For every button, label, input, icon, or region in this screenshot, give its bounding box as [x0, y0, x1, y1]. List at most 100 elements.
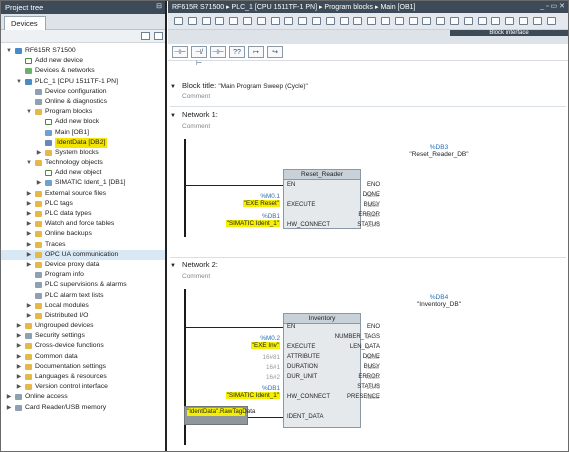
tree-item[interactable]: Add new block — [1, 117, 165, 127]
expand-arrow-icon[interactable]: ▼ — [15, 77, 23, 87]
duration-operand[interactable]: 16#1 — [188, 364, 280, 371]
toolbar-button-icon[interactable] — [215, 17, 225, 25]
expand-arrow-icon[interactable]: ▶ — [25, 229, 33, 239]
expand-arrow-icon[interactable]: ▶ — [25, 311, 33, 321]
expand-arrow-icon[interactable]: ▶ — [25, 199, 33, 209]
expand-arrow-icon[interactable]: ▶ — [15, 372, 23, 382]
toolbar-button-icon[interactable] — [450, 17, 459, 25]
tree-item[interactable]: ▶ Device proxy data — [1, 260, 165, 270]
execute-operand[interactable]: %M0.2 "EXE Inv" — [188, 335, 280, 349]
empty-box-button[interactable]: ?? — [229, 46, 245, 58]
toolbar-button-icon[interactable] — [436, 17, 446, 25]
normally-open-contact-button[interactable]: ⊣⊢ — [172, 46, 188, 58]
expand-arrow-icon[interactable]: ▶ — [35, 148, 43, 158]
toolbar-button-icon[interactable] — [477, 17, 487, 25]
toolbar-button-icon[interactable] — [339, 17, 349, 25]
toolbar-button-icon[interactable] — [422, 17, 432, 25]
expand-arrow-icon[interactable]: ▶ — [25, 189, 33, 199]
expand-arrow-icon[interactable]: ▶ — [15, 382, 23, 392]
toolbar-button-icon[interactable] — [229, 17, 239, 25]
block-title-row[interactable]: ▼ Block title: "Main Program Sweep (Cycl… — [170, 81, 308, 90]
tree-item[interactable]: ▶ Online backups — [1, 229, 165, 239]
expand-arrow-icon[interactable]: ▶ — [15, 341, 23, 351]
expand-arrow-icon[interactable]: ▶ — [5, 403, 13, 413]
expand-arrow-icon[interactable]: ▶ — [25, 209, 33, 219]
expand-arrow-icon[interactable]: ▶ — [15, 352, 23, 362]
tree-item[interactable]: ▶ PLC tags — [1, 199, 165, 209]
tree-item[interactable]: IdentData [DB2] — [1, 137, 165, 148]
tree-item[interactable]: Online & diagnostics — [1, 97, 165, 107]
toolbar-button-icon[interactable] — [201, 17, 211, 25]
toolbar-button-icon[interactable] — [532, 17, 542, 25]
tree-item[interactable]: ▶ Local modules — [1, 301, 165, 311]
toolbar-button-icon[interactable] — [325, 17, 335, 25]
tab-devices[interactable]: Devices — [4, 16, 46, 30]
expand-arrow-icon[interactable]: ▶ — [25, 301, 33, 311]
tree-item[interactable]: ▶ Languages & resources — [1, 372, 165, 382]
expand-arrow-icon[interactable]: ▶ — [25, 219, 33, 229]
toolbar-button-icon[interactable] — [270, 17, 280, 25]
tree-item[interactable]: ▶ Distributed I/O — [1, 311, 165, 321]
block-interface-label[interactable]: Block interface — [450, 30, 568, 36]
toolbar-button-icon[interactable] — [312, 17, 321, 25]
block-comment[interactable]: Comment — [182, 93, 210, 100]
toolbar-button-icon[interactable] — [463, 17, 473, 25]
window-controls-icon[interactable]: _ ▫ ▭ ✕ — [540, 2, 565, 10]
tree-item[interactable]: Program info — [1, 270, 165, 280]
tree-item[interactable]: ▶ Version control interface — [1, 382, 165, 392]
toolbar-button-icon[interactable] — [256, 17, 266, 25]
table-view-icon[interactable] — [141, 32, 150, 40]
tree-item[interactable]: ▶ PLC data types — [1, 209, 165, 219]
toolbar-button-icon[interactable] — [519, 17, 528, 25]
tree-item[interactable]: ▶ SIMATIC Ident_1 [DB1] — [1, 178, 165, 188]
tree-item[interactable]: ▶ OPC UA communication — [1, 249, 165, 260]
network-1-header[interactable]: ▼ Network 1: — [170, 110, 218, 119]
expand-arrow-icon[interactable]: ▶ — [15, 331, 23, 341]
tree-item[interactable]: ▶ Card Reader/USB memory — [1, 403, 165, 413]
tree-item[interactable]: ▼ PLC_1 [CPU 1511TF-1 PN] — [1, 77, 165, 87]
expand-arrow-icon[interactable]: ▶ — [25, 260, 33, 270]
toolbar-button-icon[interactable] — [243, 17, 252, 25]
toolbar-button-icon[interactable] — [284, 17, 294, 25]
toolbar-button-icon[interactable] — [505, 17, 515, 25]
expand-arrow-icon[interactable]: ▶ — [35, 178, 43, 188]
dur-unit-operand[interactable]: 16#2 — [188, 374, 280, 381]
open-branch-button[interactable]: ↦ — [248, 46, 264, 58]
toolbar-button-icon[interactable] — [367, 17, 377, 25]
inventory-block[interactable]: Inventory — [283, 313, 361, 428]
tree-item[interactable]: ▶ Watch and force tables — [1, 219, 165, 229]
execute-operand[interactable]: %M0.1 "EXE Reset" — [188, 193, 280, 207]
tree-item[interactable]: ▼ Program blocks — [1, 107, 165, 117]
expand-arrow-icon[interactable]: ▶ — [5, 392, 13, 402]
normally-closed-contact-button[interactable]: ⊣/⊢ — [191, 46, 207, 67]
network-2-comment[interactable]: Comment — [182, 273, 210, 280]
tree-item[interactable]: ▶ Online access — [1, 392, 165, 402]
expand-arrow-icon[interactable]: ▼ — [25, 158, 33, 168]
close-branch-button[interactable]: ↪ — [267, 46, 283, 58]
toolbar-button-icon[interactable] — [408, 17, 418, 25]
tree-item[interactable]: ▶ Documentation settings — [1, 362, 165, 372]
toolbar-button-icon[interactable] — [381, 17, 390, 25]
panel-controls-icon[interactable]: ⊟ — [156, 2, 162, 10]
toolbar-button-icon[interactable] — [187, 17, 197, 25]
expand-arrow-icon[interactable]: ▶ — [25, 250, 33, 260]
collapse-arrow-icon[interactable]: ▼ — [170, 263, 176, 269]
tree-item[interactable]: Add new device — [1, 56, 165, 66]
tree-item[interactable]: ▶ External source files — [1, 189, 165, 199]
attribute-operand[interactable]: 16#81 — [188, 354, 280, 361]
tree-item[interactable]: ▼ Technology objects — [1, 158, 165, 168]
tree-item[interactable]: ▶ Common data — [1, 352, 165, 362]
expand-arrow-icon[interactable]: ▼ — [5, 46, 13, 56]
hw-connect-operand[interactable]: %DB1 "SIMATIC Ident_1" — [188, 385, 280, 399]
tree-item[interactable]: ▶ Cross-device functions — [1, 341, 165, 351]
tree-item[interactable]: ▶ Ungrouped devices — [1, 321, 165, 331]
tree-item[interactable]: Devices & networks — [1, 66, 165, 76]
ident-data-operand-box[interactable]: "IdentData".RawTagData — [184, 406, 255, 425]
toolbar-button-icon[interactable] — [353, 17, 363, 25]
toolbar-button-icon[interactable] — [298, 17, 308, 25]
tree-item[interactable]: Device configuration — [1, 87, 165, 97]
expand-arrow-icon[interactable]: ▼ — [25, 107, 33, 117]
collapse-arrow-icon[interactable]: ▼ — [170, 84, 176, 90]
overview-icon[interactable] — [154, 32, 163, 40]
expand-arrow-icon[interactable]: ▶ — [15, 321, 23, 331]
